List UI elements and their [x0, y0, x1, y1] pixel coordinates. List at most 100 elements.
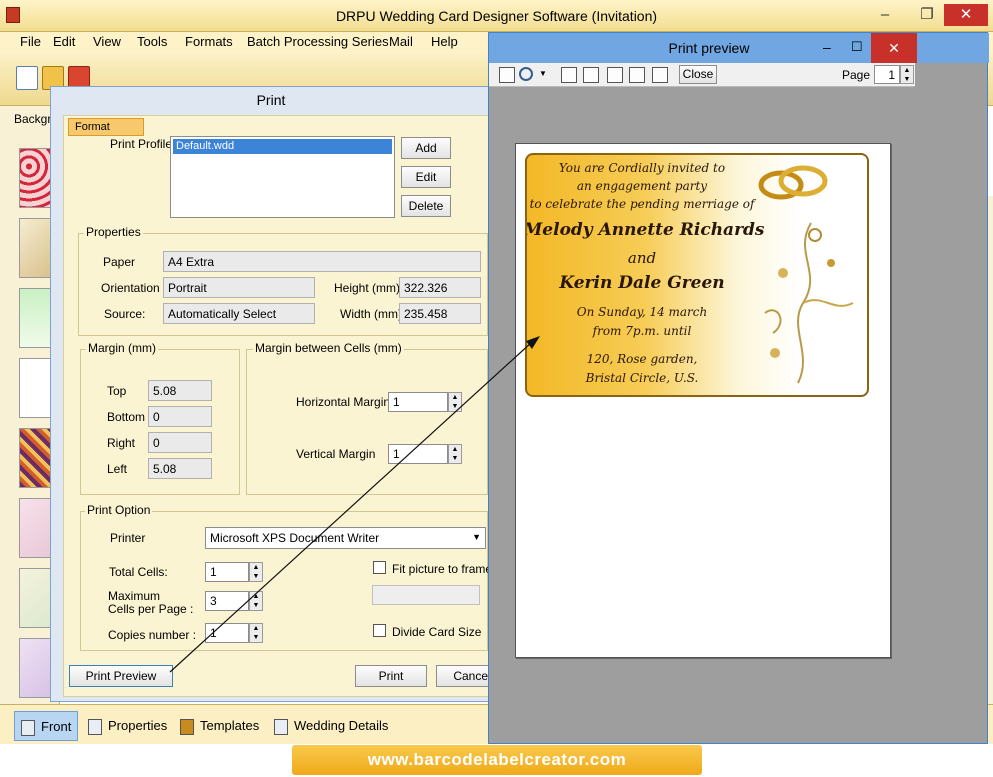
background-thumb[interactable]: [19, 218, 51, 278]
preview-title: Print preview: [668, 40, 750, 56]
invitation-card: You are Cordially invited to an engageme…: [525, 153, 869, 397]
printer-select-value: Microsoft XPS Document Writer: [210, 531, 380, 545]
tab-templates[interactable]: Templates: [174, 711, 265, 741]
menu-view[interactable]: View: [89, 34, 125, 50]
print-icon[interactable]: [499, 67, 515, 83]
chevron-down-icon: ▼: [472, 532, 481, 542]
preview-title-bar: Print preview – ☐ ✕: [489, 33, 989, 63]
copies-input[interactable]: 1: [205, 623, 249, 643]
print-preview-button[interactable]: Print Preview: [69, 665, 173, 687]
print-option-group-label: Print Option: [85, 503, 153, 517]
zoom-icon[interactable]: [519, 67, 533, 81]
total-cells-spinner[interactable]: ▲ ▼: [249, 562, 263, 582]
background-thumb[interactable]: [19, 148, 51, 208]
wedding-details-icon: [274, 718, 288, 735]
menu-edit[interactable]: Edit: [49, 34, 79, 50]
page-spinner[interactable]: ▲ ▼: [900, 65, 914, 84]
right-margin-field[interactable]: 0: [148, 432, 212, 453]
vertical-margin-input[interactable]: 1: [388, 444, 448, 464]
menu-file[interactable]: File: [16, 34, 45, 50]
new-file-icon[interactable]: [16, 66, 38, 90]
print-preview-window: Print preview – ☐ ✕ ▼ Close Page 1 ▲ ▼ Yo…: [488, 32, 989, 744]
height-field: 322.326: [399, 277, 481, 298]
max-cells-label-2: Cells per Page :: [108, 602, 194, 616]
printer-label: Printer: [110, 531, 146, 545]
paper-label: Paper: [103, 255, 136, 269]
fit-picture-label: Fit picture to frame: [392, 562, 493, 576]
printer-select[interactable]: Microsoft XPS Document Writer ▼: [205, 527, 486, 549]
tab-wedding-details[interactable]: Wedding Details: [268, 711, 394, 741]
menu-mail[interactable]: Mail: [385, 34, 417, 50]
horizontal-margin-label: Horizontal Margin: [296, 395, 391, 409]
top-margin-label: Top: [107, 384, 127, 398]
max-cells-input[interactable]: 3: [205, 591, 249, 611]
print-button[interactable]: Print: [355, 665, 427, 687]
chevron-down-icon[interactable]: ▼: [539, 69, 547, 78]
app-title: DRPU Wedding Card Designer Software (Inv…: [335, 8, 658, 24]
tab-properties-label: Properties: [108, 718, 168, 733]
height-label: Height (mm): [334, 281, 401, 295]
total-cells-label: Total Cells:: [109, 565, 168, 579]
card-line: On Sunday, 14 march: [576, 305, 708, 319]
profile-item[interactable]: Default.wdd: [173, 139, 392, 154]
menu-tools[interactable]: Tools: [133, 34, 171, 50]
background-thumb[interactable]: [19, 288, 51, 348]
restore-button[interactable]: ❐: [912, 4, 942, 26]
print-profile-list[interactable]: Default.wdd: [170, 136, 395, 218]
divide-card-label: Divide Card Size: [392, 625, 482, 639]
card-line: 120, Rose garden,: [586, 352, 698, 366]
margin-group-label: Margin (mm): [86, 341, 158, 355]
edit-button[interactable]: Edit: [401, 166, 451, 188]
four-pages-icon[interactable]: [629, 67, 645, 83]
templates-icon: [180, 718, 194, 735]
copies-spinner[interactable]: ▲ ▼: [249, 623, 263, 643]
total-cells-input[interactable]: 1: [205, 562, 249, 582]
preview-close-x-button[interactable]: ✕: [871, 33, 917, 63]
three-pages-icon[interactable]: [607, 67, 623, 83]
tab-front[interactable]: Front: [14, 711, 79, 741]
cell-margin-group: [246, 349, 488, 495]
left-margin-label: Left: [107, 462, 128, 476]
card-line: from 7p.m. until: [592, 324, 692, 338]
close-button[interactable]: ✕: [944, 4, 988, 26]
tab-format[interactable]: Format: [68, 118, 144, 136]
preview-minimize-button[interactable]: –: [823, 39, 831, 55]
menu-formats[interactable]: Formats: [181, 34, 237, 50]
background-thumb[interactable]: [19, 358, 51, 418]
background-thumb[interactable]: [19, 568, 51, 628]
background-thumb[interactable]: [19, 638, 51, 698]
page-number-input[interactable]: 1: [874, 65, 900, 84]
menu-help[interactable]: Help: [427, 34, 462, 50]
background-thumb[interactable]: [19, 498, 51, 558]
horizontal-margin-spinner[interactable]: ▲ ▼: [448, 392, 462, 412]
source-field: Automatically Select: [163, 303, 315, 324]
fit-picture-checkbox[interactable]: [373, 561, 386, 574]
card-line: and: [627, 249, 657, 267]
preview-maximize-button[interactable]: ☐: [851, 39, 863, 55]
minimize-button[interactable]: –: [870, 4, 900, 26]
tab-properties[interactable]: Properties: [82, 711, 173, 741]
tab-templates-label: Templates: [200, 718, 260, 733]
top-margin-field[interactable]: 5.08: [148, 380, 212, 401]
add-button[interactable]: Add: [401, 137, 451, 159]
horizontal-margin-input[interactable]: 1: [388, 392, 448, 412]
card-line: Bristal Circle, U.S.: [585, 371, 699, 385]
one-page-icon[interactable]: [561, 67, 577, 83]
bottom-margin-field[interactable]: 0: [148, 406, 212, 427]
background-thumb[interactable]: [19, 428, 51, 488]
vertical-margin-spinner[interactable]: ▲ ▼: [448, 444, 462, 464]
source-label: Source:: [104, 307, 146, 321]
max-cells-spinner[interactable]: ▲ ▼: [249, 591, 263, 611]
preview-close-button[interactable]: Close: [679, 65, 717, 84]
menu-batch-processing[interactable]: Batch Processing Series: [243, 34, 393, 50]
divide-card-checkbox[interactable]: [373, 624, 386, 637]
fit-mode-select[interactable]: [372, 585, 480, 605]
two-pages-icon[interactable]: [583, 67, 599, 83]
floral-vine: [802, 299, 854, 307]
flower: [808, 228, 822, 242]
flower: [778, 268, 788, 278]
six-pages-icon[interactable]: [652, 67, 668, 83]
app-title-bar: DRPU Wedding Card Designer Software (Inv…: [0, 0, 993, 32]
left-margin-field[interactable]: 5.08: [148, 458, 212, 479]
delete-button[interactable]: Delete: [401, 195, 451, 217]
